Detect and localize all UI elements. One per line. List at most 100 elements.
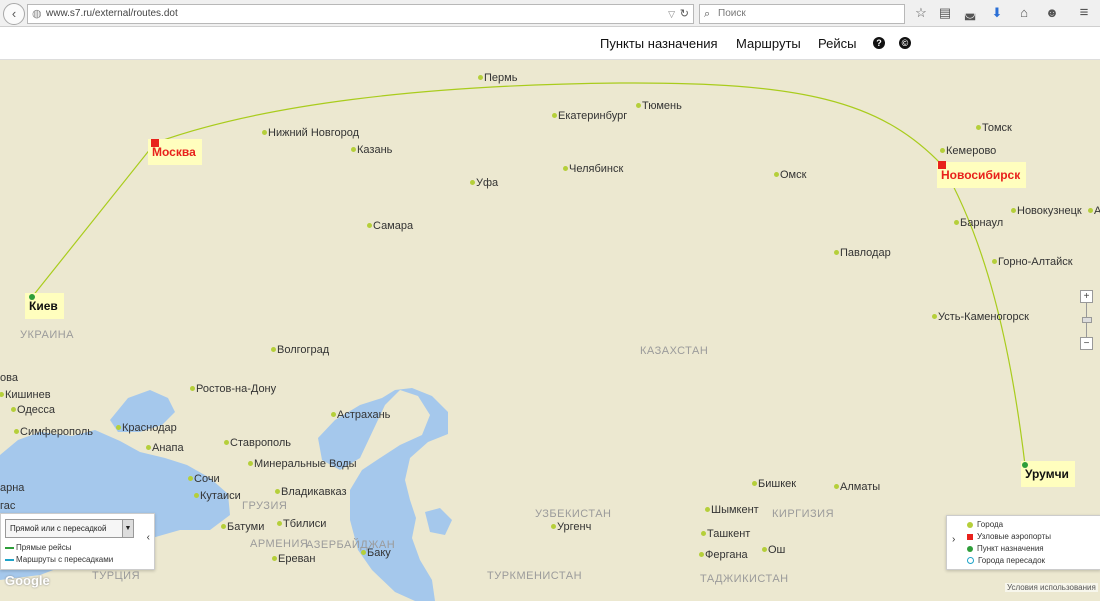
city-dot[interactable]	[705, 507, 710, 512]
city-dot[interactable]	[932, 314, 937, 319]
city-label[interactable]: Кишинев	[5, 389, 51, 401]
city-label[interactable]: Бишкек	[758, 478, 796, 490]
destination-label-urumqi[interactable]: Урумчи	[1021, 461, 1075, 487]
city-dot[interactable]	[834, 250, 839, 255]
city-label[interactable]: Горно-Алтайск	[998, 256, 1073, 268]
city-label[interactable]: Симферополь	[20, 426, 93, 438]
city-dot[interactable]	[551, 524, 556, 529]
city-dot[interactable]	[331, 412, 336, 417]
city-label[interactable]: Ош	[768, 544, 785, 556]
city-dot[interactable]	[188, 476, 193, 481]
hub-label-novosibirsk[interactable]: Новосибирск	[937, 162, 1027, 188]
bookmark-star-icon[interactable]: ☆	[912, 4, 930, 22]
zoom-slider-knob[interactable]	[1082, 317, 1092, 323]
city-label[interactable]: Казань	[357, 144, 392, 156]
city-dot[interactable]	[11, 407, 16, 412]
city-label[interactable]: Сочи	[194, 473, 220, 485]
route-map[interactable]: Пермь Екатеринбург Тюмень Томск Кемерово Нижн…	[0, 60, 1100, 601]
city-label[interactable]: Уфа	[476, 177, 498, 189]
route-type-select[interactable]: Прямой или с пересадкой ▼	[5, 519, 134, 538]
city-label[interactable]: арна	[0, 482, 24, 494]
city-label[interactable]: Тюмень	[642, 100, 682, 112]
menu-icon[interactable]: ≡	[1075, 4, 1093, 22]
city-dot[interactable]	[762, 547, 767, 552]
city-dot[interactable]	[752, 481, 757, 486]
city-dot[interactable]	[277, 521, 282, 526]
city-dot[interactable]	[470, 180, 475, 185]
city-dot[interactable]	[699, 552, 704, 557]
city-label[interactable]: Анапа	[152, 442, 184, 454]
help-icon[interactable]: ?	[873, 37, 885, 49]
city-dot[interactable]	[701, 531, 706, 536]
download-icon[interactable]: ⬇	[988, 4, 1006, 22]
city-label[interactable]: Челябинск	[569, 163, 623, 175]
city-label[interactable]: Томск	[982, 122, 1012, 134]
city-label[interactable]: Ургенч	[557, 521, 591, 533]
city-label[interactable]: ова	[0, 372, 18, 384]
city-label[interactable]: Ереван	[278, 553, 316, 565]
chevron-down-icon[interactable]: ▼	[122, 520, 133, 537]
hub-marker-novosibirsk[interactable]	[938, 161, 946, 169]
nav-flights[interactable]: Рейсы	[818, 36, 856, 51]
city-dot[interactable]	[940, 148, 945, 153]
city-dot[interactable]	[992, 259, 997, 264]
city-dot[interactable]	[14, 429, 19, 434]
dropdown-icon[interactable]: ▽	[668, 5, 675, 23]
city-label[interactable]: А	[1094, 205, 1100, 217]
city-label[interactable]: Минеральные Воды	[254, 458, 357, 470]
city-label[interactable]: Новокузнецк	[1017, 205, 1082, 217]
city-dot[interactable]	[636, 103, 641, 108]
city-label[interactable]: Тбилиси	[283, 518, 326, 530]
city-dot[interactable]	[552, 113, 557, 118]
city-label[interactable]: Краснодар	[122, 422, 177, 434]
city-label[interactable]: Владикавказ	[281, 486, 347, 498]
city-label[interactable]: Барнаул	[960, 217, 1003, 229]
city-dot[interactable]	[1088, 208, 1093, 213]
city-label[interactable]: Нижний Новгород	[268, 127, 359, 139]
city-dot[interactable]	[146, 445, 151, 450]
collapse-left-icon[interactable]: ‹	[147, 532, 150, 543]
nav-destinations[interactable]: Пункты назначения	[600, 36, 718, 51]
city-dot[interactable]	[271, 347, 276, 352]
city-label[interactable]: Кутаиси	[200, 490, 241, 502]
city-dot[interactable]	[834, 484, 839, 489]
city-label[interactable]: Одесса	[17, 404, 55, 416]
search-input[interactable]: ⌕ Поиск	[699, 4, 905, 24]
city-label[interactable]: Волгоград	[277, 344, 329, 356]
city-dot[interactable]	[976, 125, 981, 130]
zoom-in-button[interactable]: +	[1080, 290, 1093, 303]
city-dot[interactable]	[563, 166, 568, 171]
chat-icon[interactable]: ☻	[1043, 4, 1061, 22]
city-dot[interactable]	[1011, 208, 1016, 213]
home-icon[interactable]: ⌂	[1015, 4, 1033, 22]
city-label[interactable]: Алматы	[840, 481, 880, 493]
nav-routes[interactable]: Маршруты	[736, 36, 801, 51]
city-label[interactable]: Самара	[373, 220, 413, 232]
reload-icon[interactable]: ↻	[680, 5, 689, 23]
collapse-right-icon[interactable]: ›	[952, 534, 955, 545]
pocket-icon[interactable]: ◛	[961, 4, 979, 22]
city-label[interactable]: Ростов-на-Дону	[196, 383, 276, 395]
city-dot[interactable]	[272, 556, 277, 561]
city-label[interactable]: Батуми	[227, 521, 264, 533]
destination-dot-kiev[interactable]	[29, 294, 35, 300]
city-label[interactable]: Омск	[780, 169, 806, 181]
city-dot[interactable]	[190, 386, 195, 391]
city-label[interactable]: Пермь	[484, 72, 517, 84]
address-bar[interactable]: ◍ www.s7.ru/external/routes.dot ▽ ↻	[27, 4, 694, 24]
city-label[interactable]: Шымкент	[711, 504, 759, 516]
back-icon[interactable]: ‹	[3, 3, 25, 25]
city-dot[interactable]	[221, 524, 226, 529]
city-dot[interactable]	[224, 440, 229, 445]
city-label[interactable]: Ташкент	[707, 528, 750, 540]
city-dot[interactable]	[116, 425, 121, 430]
city-dot[interactable]	[351, 147, 356, 152]
city-label[interactable]: Екатеринбург	[558, 110, 627, 122]
city-label[interactable]: Фергана	[705, 549, 748, 561]
hub-marker-moscow[interactable]	[151, 139, 159, 147]
city-dot[interactable]	[262, 130, 267, 135]
city-dot[interactable]	[478, 75, 483, 80]
city-label[interactable]: Усть-Каменогорск	[938, 311, 1029, 323]
city-label[interactable]: Кемерово	[946, 145, 996, 157]
destination-dot-urumqi[interactable]	[1022, 462, 1028, 468]
